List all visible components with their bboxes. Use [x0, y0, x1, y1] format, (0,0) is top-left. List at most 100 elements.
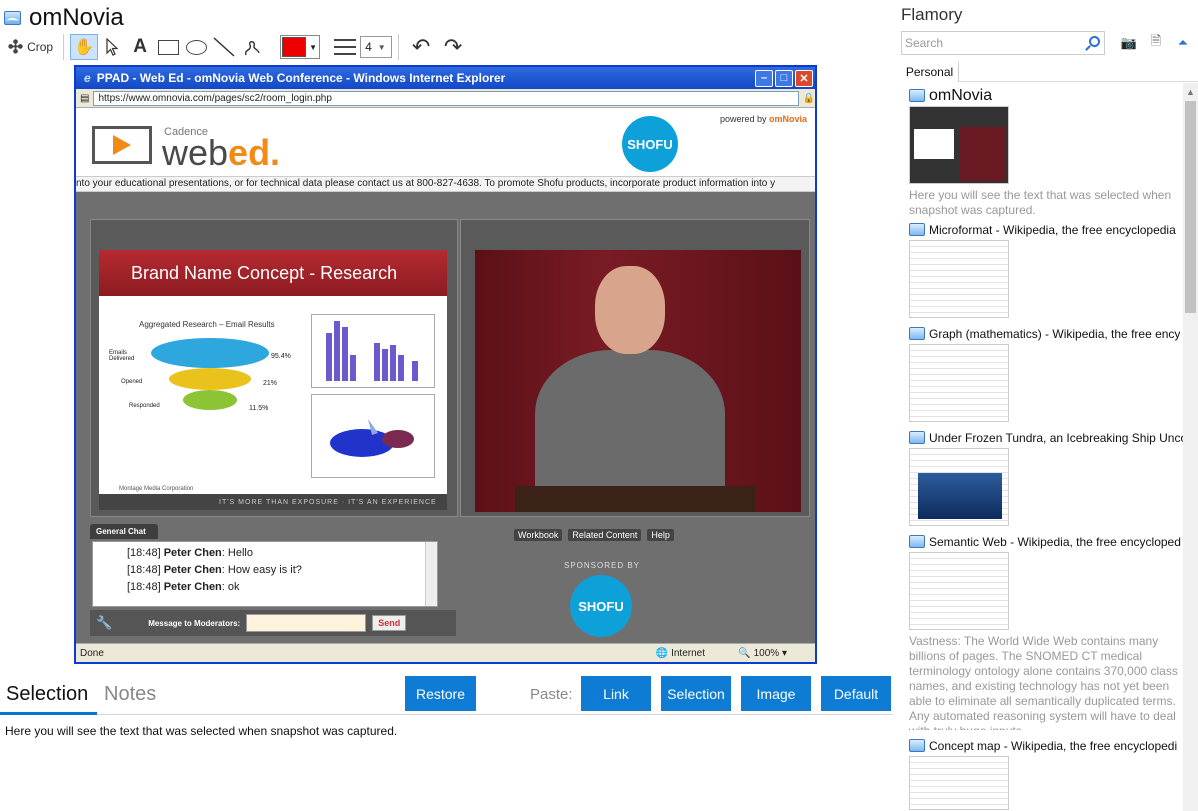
page-icon: ▤ — [80, 92, 90, 104]
redo-button[interactable]: ↷ — [437, 34, 469, 60]
paste-link-button[interactable]: Link — [581, 676, 651, 711]
collapse-top-icon[interactable]: ⏶ — [1175, 35, 1191, 51]
undo-button[interactable]: ↶ — [405, 34, 437, 60]
entry-header: Graph (mathematics) - Wikipedia, the fre… — [909, 325, 1183, 342]
select-tool-button[interactable] — [98, 34, 126, 60]
rectangle-tool-button[interactable] — [154, 34, 182, 60]
slide-title: Brand Name Concept - Research — [99, 250, 447, 296]
text-tool-button[interactable]: A — [126, 34, 154, 60]
presenter-head — [595, 266, 665, 354]
site-header: Cadence webed. SHOFU powered by omNovia — [76, 108, 815, 176]
ie-status-bar: Done 🌐 Internet 🔍 100% ▾ — [76, 643, 815, 662]
camera-icon[interactable]: 📷 — [1121, 35, 1137, 51]
minimize-icon: – — [755, 69, 773, 87]
funnel-label: Responded — [129, 403, 160, 409]
lock-icon: 🔒 — [802, 92, 815, 104]
flamory-sidebar: Flamory Search 📷 🗎 ⏶ Personal omNovia He… — [893, 0, 1198, 811]
entry-title: Under Frozen Tundra, an Icebreaking Ship… — [929, 430, 1183, 445]
search-input[interactable]: Search — [901, 31, 1105, 55]
entry-thumbnail — [909, 552, 1009, 630]
ie-address-bar: ▤ https://www.omnovia.com/pages/sc2/room… — [76, 89, 815, 108]
mini-pie-chart-graphic — [330, 419, 414, 457]
freehand-tool-button[interactable] — [238, 34, 266, 60]
play-logo-icon — [92, 126, 152, 164]
list-item[interactable]: Microformat - Wikipedia, the free encycl… — [909, 221, 1183, 318]
line-width-value: 4 — [365, 40, 372, 54]
mini-bar-chart-graphic — [326, 321, 418, 381]
page-favicon-icon — [909, 327, 925, 340]
help-link[interactable]: Help — [647, 529, 674, 541]
entry-thumbnail — [909, 344, 1009, 422]
chat-line: [18:48] Peter Chen: Hello — [127, 547, 253, 559]
hand-tool-button[interactable]: ✋ — [70, 34, 99, 60]
page-favicon-icon — [4, 11, 21, 25]
close-icon: ✕ — [795, 69, 813, 87]
status-done: Done — [80, 647, 104, 659]
workbook-link[interactable]: Workbook — [514, 529, 563, 541]
funnel-value: 11.5% — [249, 405, 269, 412]
entry-description: Vastness: The World Wide Web contains ma… — [909, 634, 1178, 730]
ie-window-title: PPAD - Web Ed - omNovia Web Conference -… — [96, 71, 506, 85]
page-favicon-icon — [909, 739, 925, 752]
tab-notes[interactable]: Notes — [104, 683, 156, 706]
chevron-down-icon: ▼ — [309, 42, 318, 52]
related-content-link[interactable]: Related Content — [568, 529, 642, 541]
line-width-select[interactable]: 4 ▼ — [360, 36, 393, 58]
scroll-thumb[interactable] — [1185, 101, 1196, 313]
ie-window-buttons: – □ ✕ — [755, 69, 813, 87]
color-picker[interactable]: ▼ — [280, 35, 321, 59]
ie-url: https://www.omnovia.com/pages/sc2/room_l… — [93, 90, 799, 106]
line-tool-button[interactable] — [210, 34, 238, 60]
freehand-icon — [245, 41, 260, 56]
entry-header: Semantic Web - Wikipedia, the free encyc… — [909, 533, 1183, 550]
paste-selection-button[interactable]: Selection — [661, 676, 731, 711]
entry-header: Microformat - Wikipedia, the free encycl… — [909, 221, 1183, 238]
entry-title: Microformat - Wikipedia, the free encycl… — [929, 222, 1176, 237]
entry-title: Concept map - Wikipedia, the free encycl… — [929, 738, 1178, 753]
list-item[interactable]: Graph (mathematics) - Wikipedia, the fre… — [909, 325, 1183, 422]
text-tool-icon: A — [133, 36, 147, 57]
list-item[interactable]: Under Frozen Tundra, an Icebreaking Ship… — [909, 429, 1183, 526]
paste-default-button[interactable]: Default — [821, 676, 891, 711]
crop-button[interactable]: ✣ Crop — [4, 34, 57, 60]
line-icon — [213, 37, 235, 57]
page-favicon-icon — [909, 431, 925, 444]
sidebar-title: Flamory — [901, 5, 963, 24]
sidebar-scrollbar[interactable]: ▲ — [1183, 83, 1198, 811]
line-style-icon[interactable] — [334, 39, 357, 55]
entry-title: omNovia — [929, 86, 993, 104]
redo-icon: ↷ — [443, 34, 463, 59]
funnel-label: Opened — [121, 379, 143, 385]
funnel-bottom — [183, 390, 237, 410]
chevron-up-icon[interactable]: ▲ — [1186, 87, 1195, 97]
toolbar-separator — [63, 34, 65, 60]
funnel-value: 95.4% — [271, 353, 291, 360]
tab-selection[interactable]: Selection — [6, 683, 88, 706]
rectangle-icon — [157, 39, 179, 55]
tab-personal[interactable]: Personal — [901, 62, 959, 82]
shofu-sponsor-logo: SHOFU — [570, 575, 632, 637]
entry-header: Concept map - Wikipedia, the free encycl… — [909, 737, 1183, 754]
restore-button[interactable]: Restore — [405, 676, 476, 711]
search-icon[interactable] — [1089, 36, 1100, 47]
chevron-down-icon: ▼ — [377, 42, 386, 52]
list-item[interactable]: Concept map - Wikipedia, the free encycl… — [909, 737, 1183, 810]
ellipse-tool-button[interactable] — [182, 34, 210, 60]
funnel-value: 21% — [263, 380, 278, 387]
document-icon[interactable]: 🗎 — [1148, 33, 1164, 51]
entry-title: Semantic Web - Wikipedia, the free encyc… — [929, 534, 1181, 549]
snapshot-image[interactable]: e PPAD - Web Ed - omNovia Web Conference… — [74, 65, 817, 664]
powered-by: powered by omNovia — [719, 114, 807, 124]
chat-tab[interactable]: General Chat — [90, 524, 158, 539]
chat-scrollbar[interactable] — [425, 542, 437, 606]
list-item[interactable]: Semantic Web - Wikipedia, the free encyc… — [909, 533, 1183, 730]
slide-subtitle: Aggregated Research – Email Results — [139, 320, 275, 329]
slide-footer: IT'S MORE THAN EXPOSURE · IT'S AN EXPERI… — [99, 494, 447, 510]
chat-message-input[interactable] — [246, 614, 367, 632]
presentation-panel: Brand Name Concept - Research Aggregated… — [90, 219, 458, 517]
video-panel — [460, 219, 810, 517]
list-item[interactable]: omNovia Here you will see the text that … — [909, 87, 1183, 218]
paste-image-button[interactable]: Image — [741, 676, 811, 711]
send-button[interactable]: Send — [372, 615, 407, 631]
status-zone: 🌐 Internet — [655, 647, 705, 659]
